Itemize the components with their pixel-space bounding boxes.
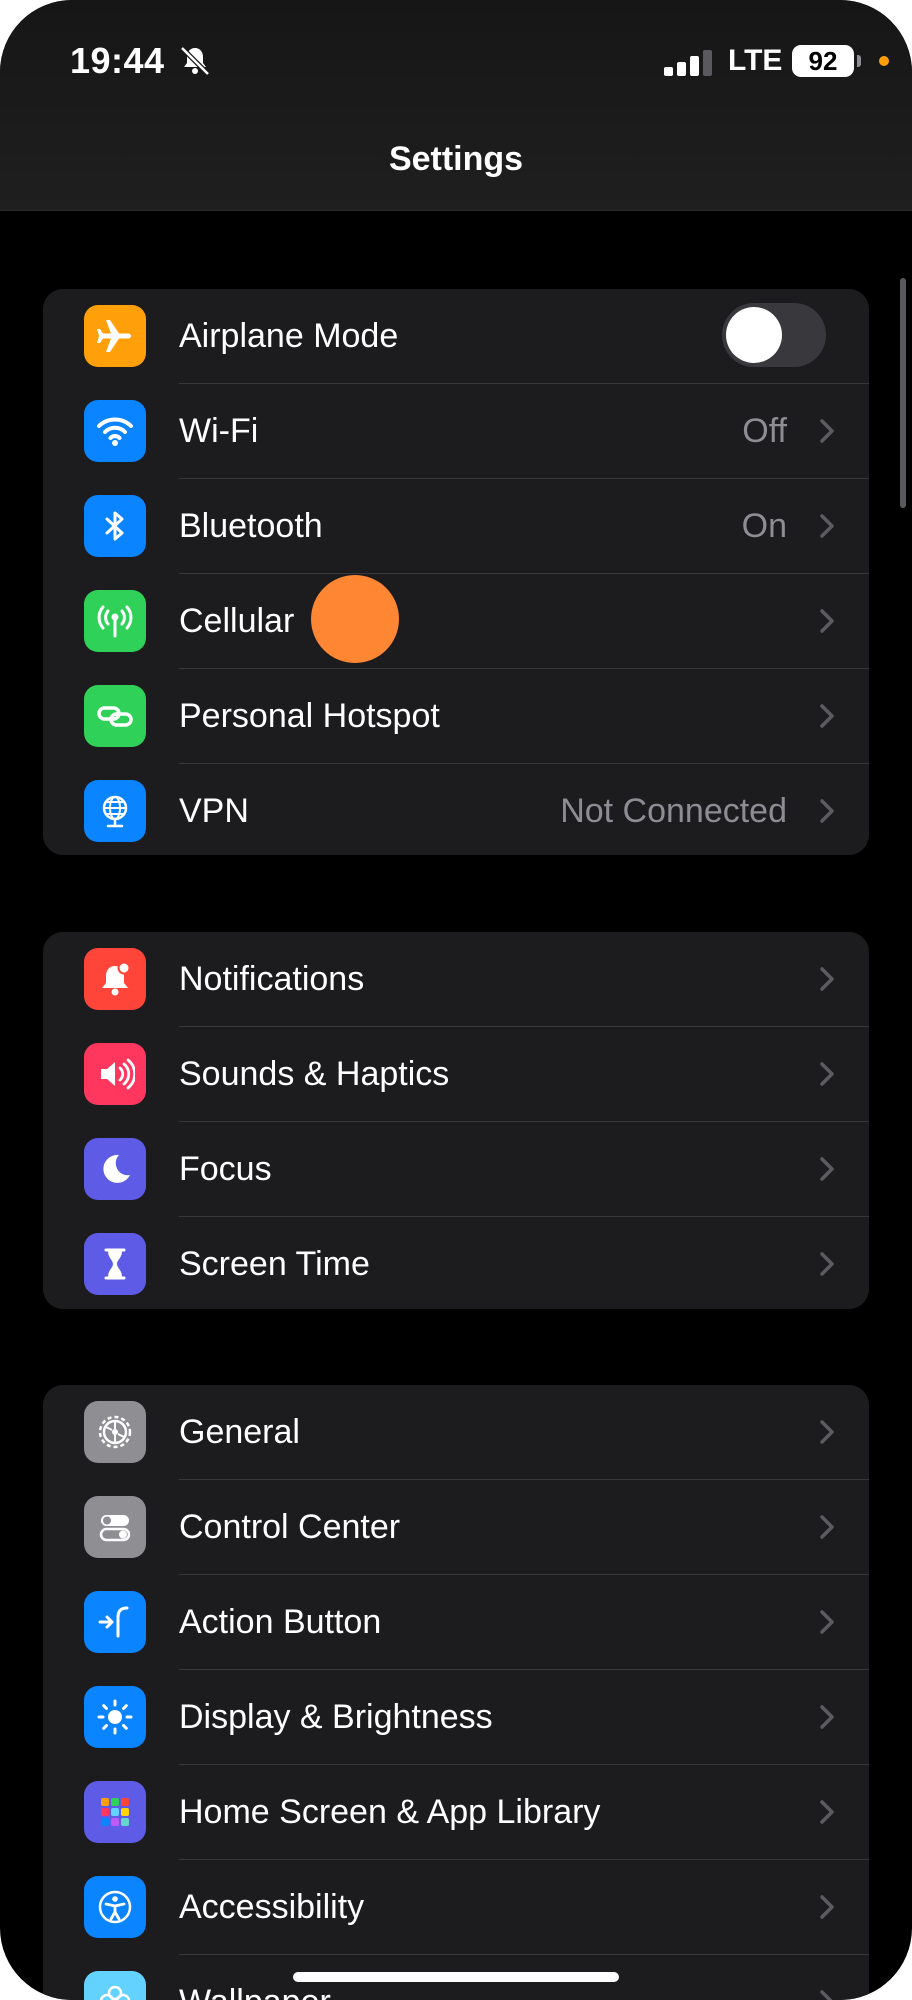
chevron-right-icon [820,799,834,823]
row-label: Personal Hotspot [179,697,440,735]
chevron-right-icon [820,1610,834,1634]
app-grid-icon [84,1781,146,1843]
chevron-right-icon [820,514,834,538]
settings-row-bluetooth[interactable]: Bluetooth On [43,479,869,573]
settings-row-screen-time[interactable]: Screen Time [43,1217,869,1309]
chevron-right-icon [820,1705,834,1729]
cellular-icon [84,590,146,652]
row-label: Sounds & Haptics [179,1055,450,1093]
silent-bell-icon [180,46,210,76]
phone-screen: 19:44 LTE 92 Settings Airplane Mode Wi-F… [0,0,912,2000]
row-label: Action Button [179,1603,382,1641]
chevron-right-icon [820,609,834,633]
home-indicator[interactable] [293,1972,619,1982]
settings-row-focus[interactable]: Focus [43,1122,869,1216]
settings-row-personal-hotspot[interactable]: Personal Hotspot [43,669,869,763]
page-title: Settings [388,140,524,178]
row-label: Wi-Fi [179,412,259,450]
signal-strength-icon [664,50,712,76]
status-time: 19:44 [70,40,165,81]
scrollbar[interactable] [900,278,906,508]
wifi-icon [84,400,146,462]
settings-row-general[interactable]: General [43,1385,869,1479]
hotspot-icon [84,685,146,747]
settings-row-home-screen[interactable]: Home Screen & App Library [43,1765,869,1859]
accessibility-icon [84,1876,146,1938]
settings-row-sounds-haptics[interactable]: Sounds & Haptics [43,1027,869,1121]
notifications-bell-icon [84,948,146,1010]
speaker-icon [84,1043,146,1105]
chevron-right-icon [820,967,834,991]
sun-icon [84,1686,146,1748]
row-label: Display & Brightness [179,1698,493,1736]
row-value: Not Connected [560,792,787,830]
chevron-right-icon [820,1515,834,1539]
row-label: Home Screen & App Library [179,1793,601,1831]
settings-row-control-center[interactable]: Control Center [43,1480,869,1574]
network-type: LTE [728,44,783,77]
chevron-right-icon [820,1895,834,1919]
row-value: Off [742,412,787,450]
flower-icon [84,1971,146,2000]
chevron-right-icon [820,419,834,443]
notifications-group: Notifications Sounds & Haptics Focus Scr… [43,932,869,1309]
row-label: Focus [179,1150,272,1188]
row-label: Accessibility [179,1888,365,1926]
airplane-mode-toggle[interactable] [722,303,826,367]
row-label: Control Center [179,1508,401,1546]
chevron-right-icon [820,1990,833,2000]
moon-icon [84,1138,146,1200]
vpn-globe-icon [84,780,146,842]
row-label: Notifications [179,960,365,998]
row-label: Screen Time [179,1245,370,1283]
settings-row-wifi[interactable]: Wi-Fi Off [43,384,869,478]
general-group: General Control Center Action Button Dis… [43,1385,869,2000]
connectivity-group: Airplane Mode Wi-Fi Off Bluetooth On Cel… [43,289,869,855]
settings-row-cellular[interactable]: Cellular [43,574,869,668]
action-button-icon [84,1591,146,1653]
chevron-right-icon [820,1252,834,1276]
hourglass-icon [84,1233,146,1295]
row-label: VPN [179,792,249,830]
settings-row-notifications[interactable]: Notifications [43,932,869,1026]
chevron-right-icon [820,1800,834,1824]
switches-icon [84,1496,146,1558]
settings-row-accessibility[interactable]: Accessibility [43,1860,869,1954]
chevron-right-icon [820,1062,834,1086]
row-label: Bluetooth [179,507,323,545]
row-label: Cellular [179,602,295,640]
battery-nub [857,55,861,67]
chevron-right-icon [820,1157,834,1181]
touch-indicator [311,575,399,663]
row-label: Airplane Mode [179,317,399,355]
battery-indicator: 92 [792,45,854,77]
privacy-indicator-dot [879,56,889,66]
chevron-right-icon [820,704,834,728]
airplane-icon [84,305,146,367]
settings-row-vpn[interactable]: VPN Not Connected [43,764,869,855]
settings-row-airplane-mode[interactable]: Airplane Mode [43,289,869,383]
chevron-right-icon [820,1420,834,1444]
toggle-knob [726,307,782,363]
settings-row-action-button[interactable]: Action Button [43,1575,869,1669]
bluetooth-icon [84,495,146,557]
navigation-header: 19:44 LTE 92 Settings [0,0,912,211]
gear-icon [84,1401,146,1463]
settings-row-display-brightness[interactable]: Display & Brightness [43,1670,869,1764]
row-label: General [179,1413,300,1451]
row-value: On [741,507,787,545]
